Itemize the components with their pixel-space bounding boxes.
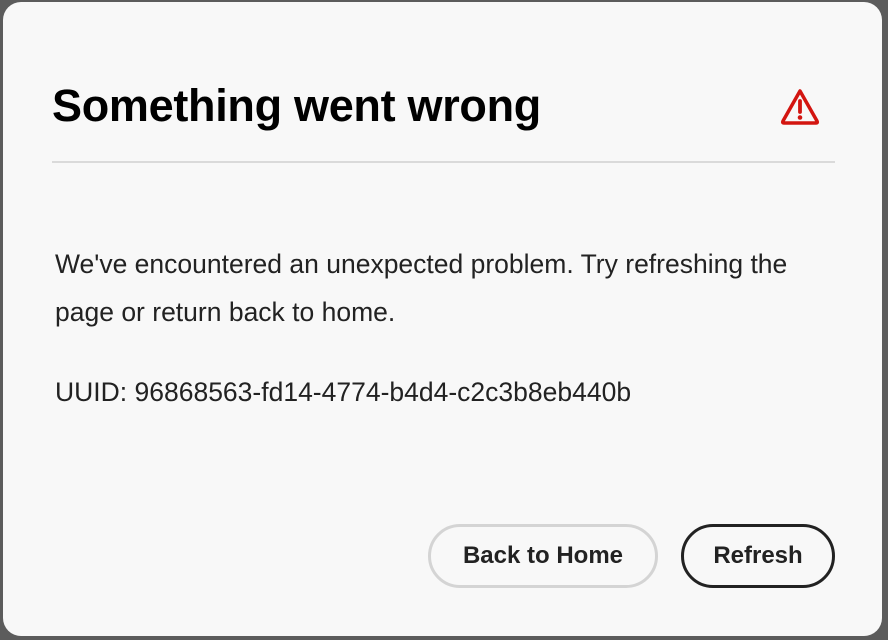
back-to-home-button[interactable]: Back to Home bbox=[428, 524, 658, 588]
refresh-button[interactable]: Refresh bbox=[681, 524, 835, 588]
error-message: We've encountered an unexpected problem.… bbox=[55, 249, 788, 327]
error-uuid: UUID: 96868563-fd14-4774-b4d4-c2c3b8eb44… bbox=[55, 377, 632, 407]
error-dialog: Something went wrong We've encountered a… bbox=[3, 2, 882, 636]
dialog-title: Something went wrong bbox=[52, 80, 541, 131]
alert-triangle-icon bbox=[780, 89, 820, 125]
divider bbox=[52, 161, 835, 163]
